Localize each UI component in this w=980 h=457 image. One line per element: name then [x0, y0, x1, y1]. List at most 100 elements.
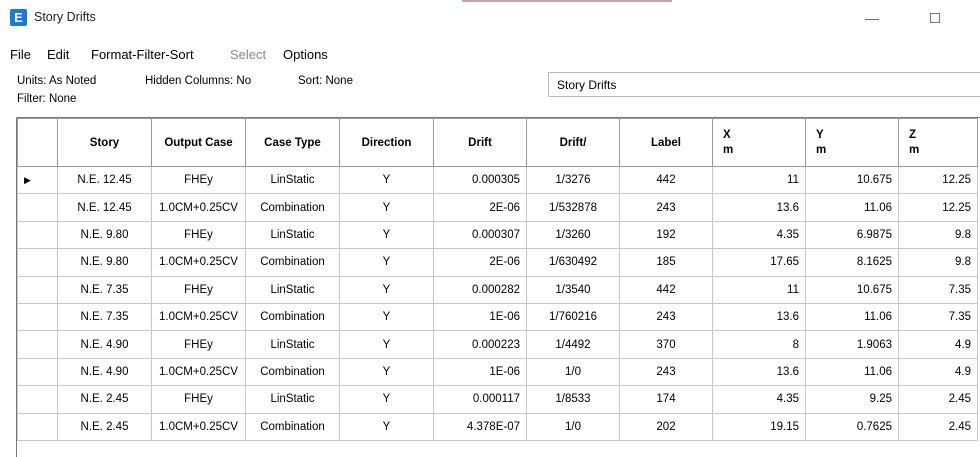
table-row[interactable]: N.E. 4.90 1.0CM+0.25CV Combination Y 1E-06 1/… — [17, 357, 978, 387]
cell-output-case[interactable]: 1.0CM+0.25CV — [151, 302, 246, 332]
cell-z[interactable]: 9.8 — [898, 248, 978, 277]
cell-direction[interactable]: Y — [339, 302, 434, 332]
cell-direction[interactable]: Y — [339, 330, 434, 359]
column-header-drift[interactable]: Drift — [433, 118, 527, 167]
cell-output-case[interactable]: FHEy — [151, 165, 246, 195]
cell-story[interactable]: N.E. 2.45 — [57, 385, 152, 414]
cell-x[interactable]: 13.6 — [712, 357, 806, 387]
cell-drift[interactable]: 4.378E-07 — [433, 412, 527, 441]
column-header-case-type[interactable]: Case Type — [245, 118, 340, 167]
menu-file[interactable]: File — [10, 47, 31, 62]
table-row[interactable]: N.E. 2.45 FHEy LinStatic Y 0.000117 1/8533 174… — [17, 385, 978, 414]
cell-y[interactable]: 0.7625 — [805, 412, 899, 441]
cell-drift-ratio[interactable]: 1/3260 — [526, 220, 620, 250]
cell-output-case[interactable]: 1.0CM+0.25CV — [151, 412, 246, 441]
column-header-label[interactable]: Label — [619, 118, 713, 167]
cell-label[interactable]: 192 — [619, 220, 713, 250]
column-header-drift-ratio[interactable]: Drift/ — [526, 118, 620, 167]
cell-drift[interactable]: 0.000117 — [433, 385, 527, 414]
row-selector-cell[interactable]: ▶ — [17, 165, 58, 195]
cell-label[interactable]: 185 — [619, 248, 713, 277]
cell-output-case[interactable]: FHEy — [151, 220, 246, 250]
cell-y[interactable]: 10.675 — [805, 275, 899, 304]
cell-z[interactable]: 7.35 — [898, 275, 978, 304]
cell-drift-ratio[interactable]: 1/0 — [526, 357, 620, 387]
cell-drift[interactable]: 0.000305 — [433, 165, 527, 195]
cell-label[interactable]: 243 — [619, 302, 713, 332]
row-selector-cell[interactable] — [17, 302, 58, 332]
row-selector-cell[interactable] — [17, 275, 58, 304]
cell-story[interactable]: N.E. 4.90 — [57, 330, 152, 359]
cell-drift[interactable]: 2E-06 — [433, 248, 527, 277]
cell-z[interactable]: 9.8 — [898, 220, 978, 250]
cell-z[interactable]: 2.45 — [898, 412, 978, 441]
cell-drift-ratio[interactable]: 1/532878 — [526, 193, 620, 222]
row-selector-header[interactable] — [17, 118, 58, 167]
cell-output-case[interactable]: FHEy — [151, 275, 246, 304]
menu-options[interactable]: Options — [283, 47, 328, 62]
cell-x[interactable]: 11 — [712, 275, 806, 304]
cell-y[interactable]: 11.06 — [805, 357, 899, 387]
cell-case-type[interactable]: LinStatic — [245, 330, 340, 359]
cell-case-type[interactable]: LinStatic — [245, 165, 340, 195]
cell-drift-ratio[interactable]: 1/3276 — [526, 165, 620, 195]
cell-x[interactable]: 11 — [712, 165, 806, 195]
cell-output-case[interactable]: FHEy — [151, 385, 246, 414]
column-header-direction[interactable]: Direction — [339, 118, 434, 167]
cell-case-type[interactable]: Combination — [245, 193, 340, 222]
cell-case-type[interactable]: LinStatic — [245, 275, 340, 304]
cell-direction[interactable]: Y — [339, 248, 434, 277]
cell-case-type[interactable]: Combination — [245, 248, 340, 277]
cell-drift-ratio[interactable]: 1/760216 — [526, 302, 620, 332]
cell-label[interactable]: 243 — [619, 193, 713, 222]
cell-drift[interactable]: 1E-06 — [433, 302, 527, 332]
cell-direction[interactable]: Y — [339, 412, 434, 441]
cell-x[interactable]: 13.6 — [712, 302, 806, 332]
cell-drift[interactable]: 0.000307 — [433, 220, 527, 250]
cell-direction[interactable]: Y — [339, 385, 434, 414]
cell-drift[interactable]: 2E-06 — [433, 193, 527, 222]
cell-direction[interactable]: Y — [339, 275, 434, 304]
cell-drift-ratio[interactable]: 1/0 — [526, 412, 620, 441]
cell-x[interactable]: 4.35 — [712, 220, 806, 250]
cell-label[interactable]: 370 — [619, 330, 713, 359]
cell-label[interactable]: 442 — [619, 275, 713, 304]
column-header-y[interactable]: Ym — [805, 118, 899, 167]
cell-case-type[interactable]: LinStatic — [245, 385, 340, 414]
cell-z[interactable]: 2.45 — [898, 385, 978, 414]
table-row[interactable]: N.E. 12.45 1.0CM+0.25CV Combination Y 2E-06 1… — [17, 193, 978, 222]
cell-drift[interactable]: 0.000223 — [433, 330, 527, 359]
cell-direction[interactable]: Y — [339, 193, 434, 222]
table-row[interactable]: N.E. 9.80 FHEy LinStatic Y 0.000307 1/3260 192… — [17, 220, 978, 250]
cell-label[interactable]: 174 — [619, 385, 713, 414]
row-selector-cell[interactable] — [17, 412, 58, 441]
cell-label[interactable]: 243 — [619, 357, 713, 387]
row-selector-cell[interactable] — [17, 330, 58, 359]
row-selector-cell[interactable] — [17, 385, 58, 414]
cell-story[interactable]: N.E. 9.80 — [57, 220, 152, 250]
cell-story[interactable]: N.E. 9.80 — [57, 248, 152, 277]
column-header-output-case[interactable]: Output Case — [151, 118, 246, 167]
cell-drift-ratio[interactable]: 1/4492 — [526, 330, 620, 359]
cell-drift-ratio[interactable]: 1/630492 — [526, 248, 620, 277]
menu-format-filter-sort[interactable]: Format-Filter-Sort — [91, 47, 194, 62]
cell-direction[interactable]: Y — [339, 357, 434, 387]
cell-output-case[interactable]: 1.0CM+0.25CV — [151, 357, 246, 387]
menu-select[interactable]: Select — [230, 47, 266, 62]
cell-x[interactable]: 4.35 — [712, 385, 806, 414]
cell-y[interactable]: 8.1625 — [805, 248, 899, 277]
cell-story[interactable]: N.E. 12.45 — [57, 165, 152, 195]
cell-z[interactable]: 12.25 — [898, 193, 978, 222]
row-selector-cell[interactable] — [17, 193, 58, 222]
column-header-z[interactable]: Zm — [898, 118, 978, 167]
row-selector-cell[interactable] — [17, 220, 58, 250]
cell-story[interactable]: N.E. 4.90 — [57, 357, 152, 387]
column-header-x[interactable]: Xm — [712, 118, 806, 167]
cell-y[interactable]: 6.9875 — [805, 220, 899, 250]
cell-story[interactable]: N.E. 7.35 — [57, 302, 152, 332]
cell-drift-ratio[interactable]: 1/3540 — [526, 275, 620, 304]
cell-output-case[interactable]: 1.0CM+0.25CV — [151, 193, 246, 222]
cell-z[interactable]: 4.9 — [898, 357, 978, 387]
row-selector-cell[interactable] — [17, 357, 58, 387]
table-row[interactable]: N.E. 4.90 FHEy LinStatic Y 0.000223 1/4492 370… — [17, 330, 978, 359]
